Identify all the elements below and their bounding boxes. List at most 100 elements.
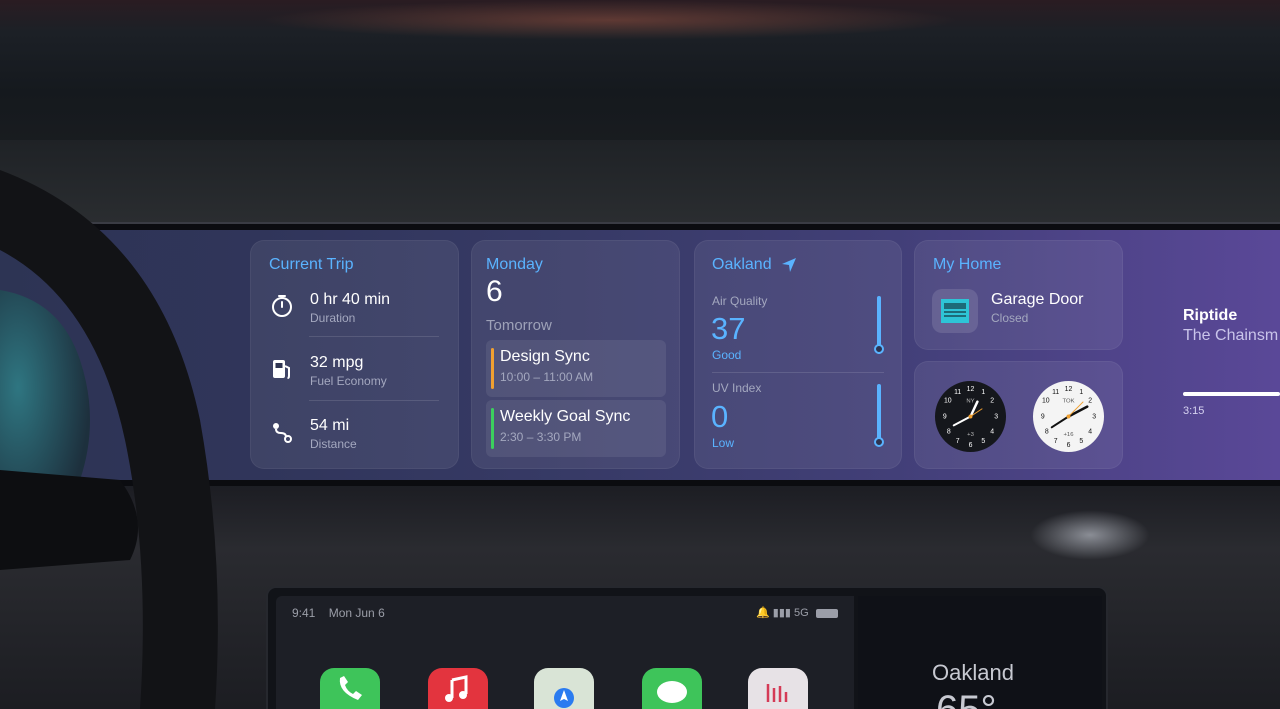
svg-text:10: 10	[1042, 398, 1050, 405]
status-bar-indicators: 🔔 ▮▮▮ 5G	[756, 606, 838, 619]
svg-text:10: 10	[944, 398, 952, 405]
sunset-glow	[260, 0, 960, 40]
music-app-icon[interactable]	[428, 668, 488, 709]
stopwatch-icon	[272, 295, 292, 317]
trip-fuel-label: Fuel Economy	[310, 374, 387, 388]
garage-door-tile[interactable]	[932, 289, 978, 333]
weather-widget[interactable]: Oakland Air Quality 37 Good UV Index 0 L…	[694, 240, 902, 469]
svg-text:6: 6	[1067, 442, 1071, 449]
calendar-widget[interactable]: Monday 6 Tomorrow Design Sync 10:00 – 11…	[471, 240, 680, 469]
battery-icon	[815, 608, 838, 618]
bell-icon: 🔔	[756, 607, 770, 619]
road-view	[0, 140, 1280, 230]
divider	[309, 336, 439, 337]
carplay-home: 9:41 Mon Jun 6 🔔 ▮▮▮ 5G	[276, 596, 854, 709]
signal-icon: ▮▮▮	[772, 607, 791, 619]
event-color-bar	[491, 348, 494, 389]
status-date: Mon Jun 6	[328, 606, 385, 620]
status-bar-clock: 9:41 Mon Jun 6	[292, 606, 385, 620]
home-widget[interactable]: My Home Garage Door Closed	[914, 240, 1123, 350]
current-trip-title: Current Trip	[269, 256, 354, 273]
svg-text:3: 3	[994, 413, 998, 420]
home-title: My Home	[933, 256, 1002, 273]
svg-text:2: 2	[990, 398, 994, 405]
clock-offset-label: +16	[1063, 432, 1074, 438]
garage-door-name: Garage Door	[991, 291, 1084, 308]
playback-elapsed-time: 3:15	[1183, 405, 1205, 417]
svg-text:11: 11	[1052, 389, 1059, 396]
svg-text:3: 3	[1092, 413, 1096, 420]
event-time: 10:00 – 11:00 AM	[500, 370, 594, 384]
air-quality-value: 37	[711, 311, 746, 346]
calendar-day-name: Monday	[486, 256, 543, 273]
svg-text:9: 9	[1041, 413, 1045, 420]
svg-text:11: 11	[954, 389, 961, 396]
now-playing-artist: The Chainsm	[1183, 327, 1279, 344]
weather-panel-city: Oakland	[932, 660, 1014, 685]
podcasts-app-icon[interactable]	[748, 668, 808, 709]
svg-text:6: 6	[969, 442, 973, 449]
svg-text:4: 4	[990, 428, 994, 435]
calendar-event-design-sync[interactable]: Design Sync 10:00 – 11:00 AM	[486, 340, 666, 397]
current-trip-widget[interactable]: Current Trip 0 hr 40 min Duration 32 mpg…	[250, 240, 459, 469]
svg-text:9: 9	[943, 413, 947, 420]
weather-panel-temp: 65°	[936, 688, 997, 709]
svg-text:5: 5	[1079, 438, 1083, 445]
svg-text:12: 12	[967, 386, 975, 393]
trip-distance-value: 54 mi	[310, 417, 350, 434]
uv-index-desc: Low	[712, 436, 735, 450]
uv-index-gauge-knob	[874, 437, 884, 447]
svg-text:7: 7	[956, 438, 960, 445]
world-clock-tok: 12 12 3 45 6 78 9 1011 TOK +16	[1032, 380, 1105, 453]
now-playing-title[interactable]: Riptide	[1183, 307, 1237, 325]
uv-index-gauge	[877, 384, 881, 442]
dashboard-reflection	[1030, 510, 1150, 560]
trip-duration-label: Duration	[310, 311, 356, 325]
air-quality-gauge-knob	[874, 344, 884, 354]
calendar-tomorrow-label: Tomorrow	[486, 317, 552, 334]
svg-text:4: 4	[1088, 428, 1092, 435]
trip-duration-value: 0 hr 40 min	[310, 291, 391, 308]
svg-text:8: 8	[1045, 428, 1049, 435]
network-type: 5G	[794, 607, 809, 619]
event-title: Weekly Goal Sync	[500, 408, 631, 425]
air-quality-desc: Good	[712, 348, 742, 362]
trip-distance-row: 54 mi Distance	[267, 413, 443, 457]
center-console-screen: 9:41 Mon Jun 6 🔔 ▮▮▮ 5G Oakland 65°	[266, 586, 1108, 709]
event-color-bar	[491, 408, 494, 449]
svg-text:7: 7	[1054, 438, 1058, 445]
divider	[309, 400, 439, 401]
playback-progress-bar[interactable]	[1183, 392, 1280, 396]
garage-door-icon	[941, 299, 969, 323]
status-time: 9:41	[292, 606, 316, 620]
uv-index-label: UV Index	[712, 381, 762, 395]
weather-city: Oakland	[712, 256, 772, 273]
phone-app-icon[interactable]	[320, 668, 380, 709]
event-title: Design Sync	[500, 348, 590, 365]
trip-fuel-value: 32 mpg	[310, 354, 364, 371]
trip-duration-row: 0 hr 40 min Duration	[267, 287, 443, 331]
svg-text:1: 1	[981, 389, 985, 396]
air-quality-label: Air Quality	[712, 294, 768, 308]
garage-door-status: Closed	[991, 311, 1029, 325]
svg-text:2: 2	[1088, 398, 1092, 405]
messages-app-icon[interactable]	[642, 668, 702, 709]
svg-text:1: 1	[1079, 389, 1083, 396]
trip-distance-label: Distance	[310, 437, 357, 451]
location-arrow-icon	[782, 258, 796, 272]
svg-text:12: 12	[1065, 386, 1073, 393]
route-icon	[273, 423, 292, 443]
weather-panel[interactable]: Oakland 65°	[858, 596, 1102, 709]
clock-city-label: TOK	[1062, 399, 1074, 405]
trip-fuel-row: 32 mpg Fuel Economy	[267, 350, 443, 394]
calendar-event-weekly-goal-sync[interactable]: Weekly Goal Sync 2:30 – 3:30 PM	[486, 400, 666, 457]
svg-text:5: 5	[981, 438, 985, 445]
clock-city-label: NY	[966, 399, 974, 405]
fuel-pump-icon	[273, 360, 290, 379]
svg-text:8: 8	[947, 428, 951, 435]
world-clock-widget[interactable]: 12 1 2 345 678 9 10 11 NY +3 12 1 2 345 678 91…	[914, 361, 1123, 469]
calendar-date: 6	[486, 275, 503, 308]
clock-offset-label: +3	[967, 432, 974, 438]
uv-index-value: 0	[711, 399, 729, 434]
maps-app-icon[interactable]	[534, 668, 594, 709]
